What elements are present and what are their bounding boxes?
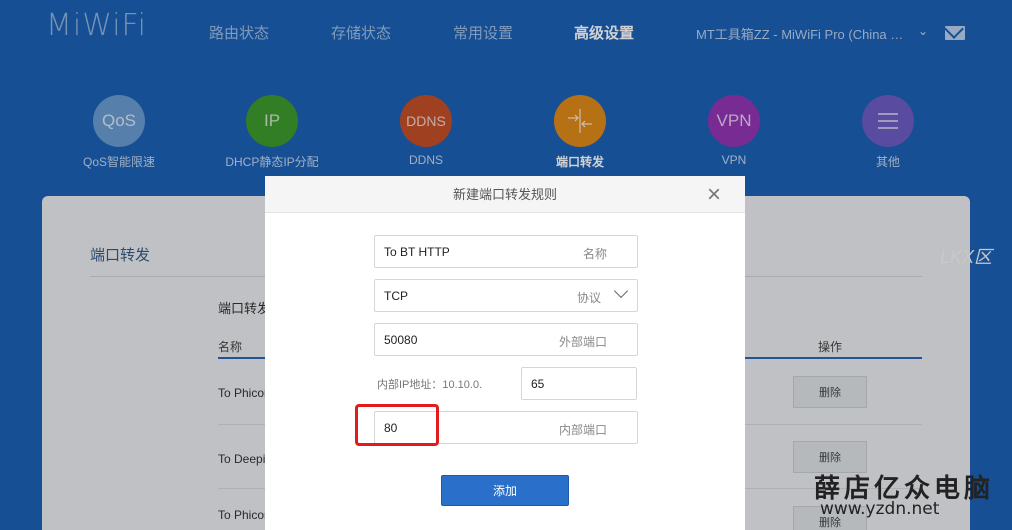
new-port-forward-dialog: 新建端口转发规则 × To BT HTTP 名称 TCP 协议 50080 外部…: [265, 176, 745, 530]
dialog-header: 新建端口转发规则 ×: [265, 176, 745, 213]
add-button[interactable]: 添加: [441, 475, 569, 506]
name-field[interactable]: To BT HTTP 名称: [374, 235, 638, 268]
internal-port-hint: 内部端口: [558, 423, 607, 437]
red-highlight-box: [355, 404, 439, 446]
watermark-url: www.yzdn.net: [820, 499, 940, 519]
chevron-down-icon: [613, 283, 629, 299]
internal-ip-label: 内部IP地址：10.10.0.: [377, 379, 483, 391]
close-icon[interactable]: ×: [707, 176, 721, 213]
internal-ip-suffix-field[interactable]: 65: [521, 367, 637, 400]
external-port-field[interactable]: 50080 外部端口: [374, 323, 638, 356]
protocol-hint: 协议: [576, 291, 601, 305]
external-port-value: 50080: [384, 333, 418, 347]
dialog-title: 新建端口转发规则: [452, 187, 557, 202]
watermark-faint: LKX区: [940, 247, 993, 267]
name-value: To BT HTTP: [384, 245, 450, 259]
name-hint: 名称: [582, 247, 607, 261]
external-port-hint: 外部端口: [558, 335, 607, 349]
internal-ip-suffix-value: 65: [531, 377, 545, 391]
protocol-value: TCP: [384, 289, 408, 303]
protocol-select[interactable]: TCP 协议: [374, 279, 638, 312]
